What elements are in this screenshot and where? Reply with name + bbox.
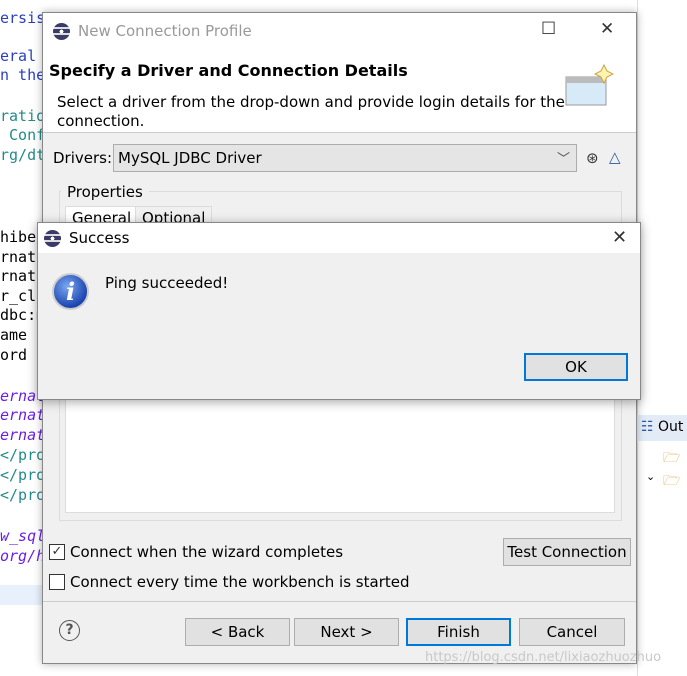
properties-label: Properties <box>61 183 149 201</box>
code-line: rnate <box>0 267 42 285</box>
checkbox-label: Connect when the wizard completes <box>70 543 344 561</box>
code-line: ratio <box>0 107 42 125</box>
folder-icon: 🗁 <box>663 473 681 489</box>
folder-icon: 🗁 <box>663 450 681 466</box>
close-button[interactable]: ✕ <box>600 19 614 39</box>
header-description: Select a driver from the drop-down and p… <box>57 93 565 130</box>
code-line: ernat <box>0 406 42 424</box>
drivers-dropdown[interactable]: MySQL JDBC Driver ﹀ <box>113 144 577 172</box>
watermark: https://blog.csdn.net/lixiaozhuozhuo <box>425 650 662 665</box>
code-editor-background: ersis eral n the ratio Conf rg/dt hiber rnate r… <box>0 0 42 676</box>
title-bar: Success ✕ <box>38 223 640 253</box>
chevron-down-icon: ﹀ <box>556 152 570 167</box>
header-title: Specify a Driver and Connection Details <box>49 61 408 80</box>
dialog-title: Success <box>69 229 130 247</box>
maximize-button[interactable]: ☐ <box>541 19 556 39</box>
outline-tab[interactable]: ☷ Out <box>637 415 687 441</box>
code-line: n the <box>0 66 42 84</box>
code-line: rnate <box>0 248 42 266</box>
edit-driver-icon[interactable]: △ <box>609 148 621 166</box>
code-line: dbc:m <box>0 306 42 324</box>
back-button[interactable]: < Back <box>185 618 290 646</box>
right-panel <box>637 0 687 676</box>
code-line: </pro <box>0 466 42 484</box>
ok-button[interactable]: OK <box>524 353 628 381</box>
divider <box>43 601 636 602</box>
code-line: </pro <box>0 446 42 464</box>
expand-chevron-icon[interactable]: ⌄ <box>646 470 655 483</box>
next-button[interactable]: Next > <box>294 618 399 646</box>
info-icon: i <box>52 273 89 310</box>
outline-icon: ☷ <box>641 419 654 435</box>
close-button[interactable]: ✕ <box>612 227 627 248</box>
checkbox-label: Connect every time the workbench is star… <box>70 573 410 591</box>
code-line: org/h <box>0 547 42 565</box>
cancel-button[interactable]: Cancel <box>519 618 625 646</box>
driver-value: MySQL JDBC Driver <box>118 149 262 167</box>
connect-on-startup-checkbox[interactable]: Connect every time the workbench is star… <box>49 573 410 591</box>
title-bar: New Connection Profile ☐ ✕ <box>43 13 636 49</box>
drivers-label: Drivers: <box>53 149 113 167</box>
code-line: r_cla <box>0 287 42 305</box>
success-message: Ping succeeded! <box>105 274 229 292</box>
code-line: ersis <box>0 9 42 27</box>
code-line: ame g <box>0 326 42 344</box>
current-line-highlight <box>0 585 42 605</box>
success-dialog: Success ✕ i Ping succeeded! OK <box>37 222 641 400</box>
properties-panel <box>65 393 615 513</box>
code-line: ord <box>0 346 28 364</box>
new-driver-icon[interactable]: ⊛ <box>586 149 599 167</box>
code-line: w_sql <box>0 527 42 545</box>
help-icon[interactable]: ? <box>59 620 80 641</box>
test-connection-button[interactable]: Test Connection <box>503 538 631 566</box>
finish-button[interactable]: Finish <box>406 618 511 646</box>
eclipse-icon <box>53 22 70 40</box>
connect-on-finish-checkbox[interactable]: ✓ Connect when the wizard completes <box>49 543 343 561</box>
checkbox-box <box>49 574 65 590</box>
code-line: ernat <box>0 426 42 444</box>
code-line: Conf <box>0 126 42 144</box>
code-line: eral <box>0 47 37 65</box>
eclipse-icon <box>44 229 61 247</box>
dialog-title: New Connection Profile <box>78 22 252 40</box>
wizard-header: Specify a Driver and Connection Details … <box>43 49 636 133</box>
checkbox-checked-icon: ✓ <box>49 544 65 560</box>
wizard-banner-icon <box>565 63 614 106</box>
code-line: </pro <box>0 486 42 504</box>
code-line: ernat <box>0 387 42 405</box>
code-line: rg/dt <box>0 146 42 164</box>
code-line: hiber <box>0 228 42 246</box>
